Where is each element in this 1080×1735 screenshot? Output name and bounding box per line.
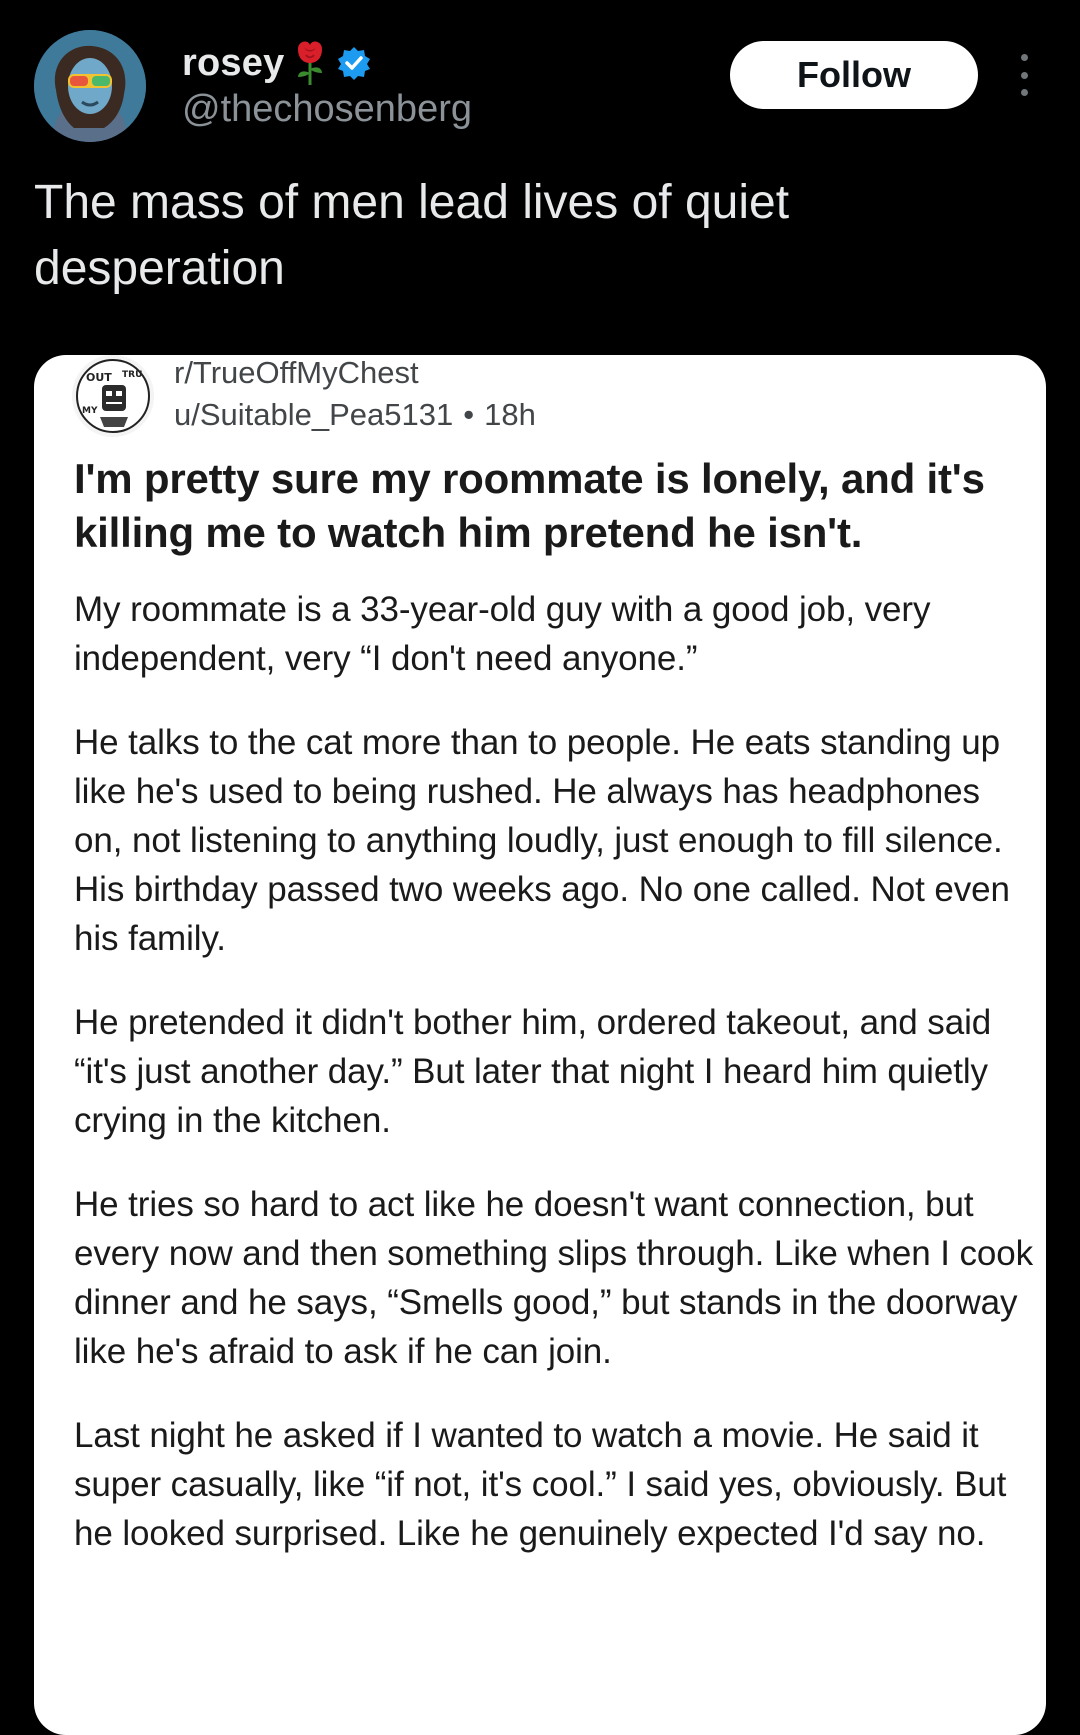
post-paragraph: He talks to the cat more than to people.… xyxy=(74,723,1010,958)
avatar-image xyxy=(34,30,146,142)
verified-badge-icon[interactable] xyxy=(336,45,372,81)
svg-text:MY: MY xyxy=(82,406,98,416)
follow-button[interactable]: Follow xyxy=(730,41,978,109)
meta-separator: • xyxy=(463,397,475,432)
more-dot xyxy=(1020,54,1028,61)
more-dot xyxy=(1020,89,1028,96)
post-paragraph: My roommate is a 33-year-old guy with a … xyxy=(74,590,931,678)
svg-text:TRU: TRU xyxy=(122,370,142,380)
subreddit-avatar: OUT TRU MY xyxy=(72,355,154,437)
post-paragraph: He tries so hard to act like he doesn't … xyxy=(74,1185,1034,1371)
post-title: I'm pretty sure my roommate is lonely, a… xyxy=(74,455,985,556)
post-paragraph: Last night he asked if I wanted to watch… xyxy=(74,1416,1007,1553)
tweet-text: The mass of men lead lives of quiet desp… xyxy=(34,176,790,295)
svg-text:OUT: OUT xyxy=(86,371,112,384)
post-body: My roommate is a 33-year-old guy with a … xyxy=(74,585,1034,1593)
user-display-name[interactable]: rosey xyxy=(182,42,284,85)
user-handle[interactable]: @thechosenberg xyxy=(182,88,472,131)
post-time: 18h xyxy=(484,397,536,432)
tweet-header: rosey @thechosenberg Follow xyxy=(0,0,1080,160)
post-paragraph: He pretended it didn't bother him, order… xyxy=(74,1003,992,1140)
user-avatar[interactable] xyxy=(34,30,146,142)
user-name-row[interactable]: rosey xyxy=(182,38,372,88)
post-author: u/Suitable_Pea5131 xyxy=(174,397,454,432)
subreddit-name: r/TrueOffMyChest xyxy=(174,355,419,390)
more-options-icon[interactable] xyxy=(1014,54,1034,96)
post-meta: u/Suitable_Pea5131 • 18h xyxy=(174,397,536,433)
rose-icon xyxy=(290,39,330,87)
reddit-post-image[interactable]: OUT TRU MY r/TrueOffMyChest u/Suitable_P… xyxy=(34,355,1046,1735)
more-dot xyxy=(1020,71,1028,79)
